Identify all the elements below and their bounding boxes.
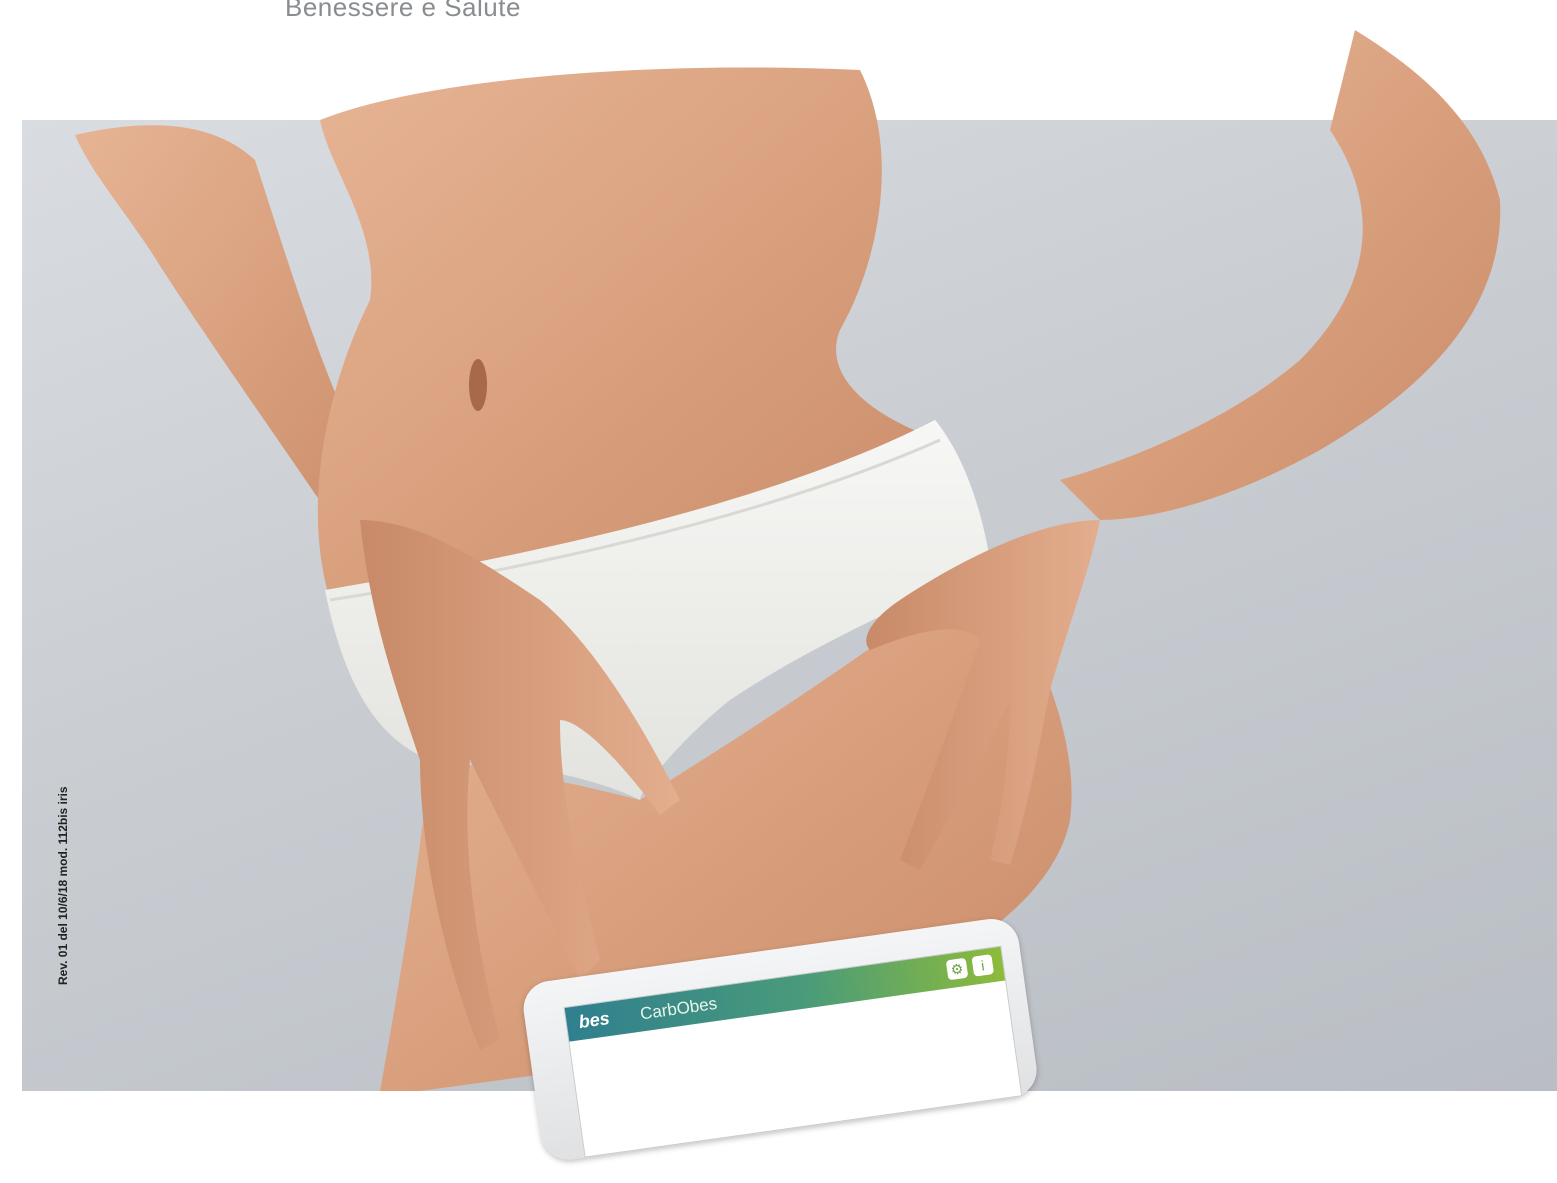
device-icon-group: ⚙ i — [945, 954, 995, 981]
revision-code: Rev. 01 del 10/6/18 mod. 112bis iris — [56, 786, 70, 985]
device-product-name: CarbObes — [638, 993, 719, 1024]
model-illustration — [75, 30, 1501, 1091]
device-brand: bes — [577, 1007, 611, 1033]
gear-icon[interactable]: ⚙ — [945, 957, 969, 981]
info-icon[interactable]: i — [971, 954, 995, 977]
navel — [469, 359, 487, 411]
right-arm — [1060, 30, 1501, 520]
